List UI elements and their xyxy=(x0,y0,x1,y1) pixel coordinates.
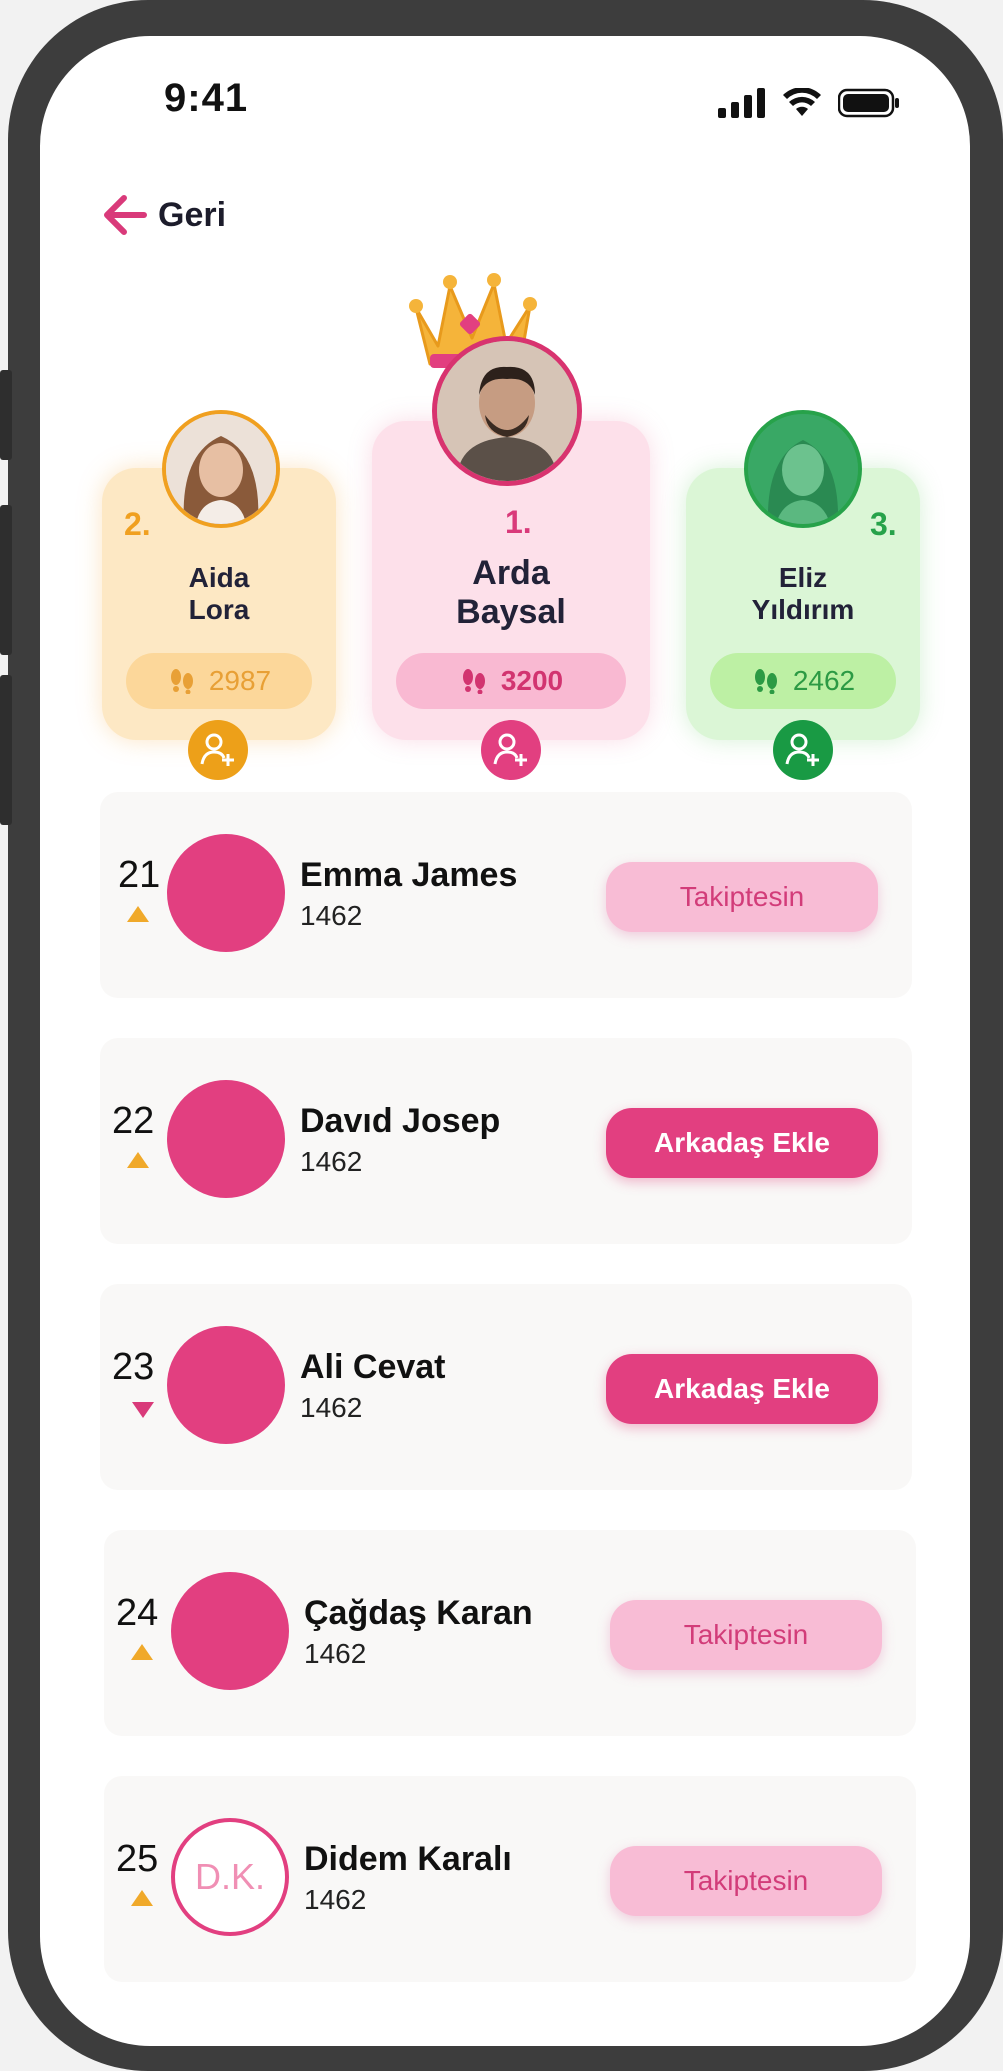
add-user-icon xyxy=(200,733,234,766)
avatar-third xyxy=(744,410,862,528)
add-user-icon xyxy=(493,733,527,766)
score-value: 2462 xyxy=(792,665,856,696)
list-item[interactable]: 24 Çağdaş Karan 1462 Takiptesin xyxy=(104,1530,916,1736)
person-photo-icon xyxy=(437,341,577,481)
footsteps-icon xyxy=(462,669,485,694)
add-friend-button-second[interactable] xyxy=(188,720,248,780)
row-rank: 24 xyxy=(116,1592,159,1634)
footsteps-icon xyxy=(170,669,193,694)
avatar xyxy=(167,1080,285,1198)
row-score: 1462 xyxy=(300,1146,363,1177)
avatar-initials: D.K. xyxy=(171,1818,289,1936)
score-pill-third: 2462 xyxy=(710,653,896,709)
status-time: 9:41 xyxy=(164,76,249,120)
row-name: Didem Karalı xyxy=(304,1840,512,1878)
first-name: Eliz xyxy=(778,562,828,593)
add-friend-button[interactable]: Arkadaş Ekle xyxy=(606,1108,878,1178)
row-rank: 25 xyxy=(116,1838,159,1880)
list-item[interactable]: 25 D.K. Didem Karalı 1462 Takiptesin xyxy=(104,1776,916,1982)
row-name: Davıd Josep xyxy=(300,1102,501,1140)
following-button[interactable]: Takiptesin xyxy=(606,862,878,932)
add-friend-button-third[interactable] xyxy=(773,720,833,780)
score-value: 3200 xyxy=(500,665,564,696)
row-score: 1462 xyxy=(304,1638,367,1669)
name-second: Aida Lora xyxy=(102,562,336,626)
last-name: Lora xyxy=(188,594,250,626)
following-button[interactable]: Takiptesin xyxy=(610,1846,882,1916)
trend-up-icon xyxy=(131,1644,153,1660)
list-item[interactable]: 22 Davıd Josep 1462 Arkadaş Ekle xyxy=(100,1038,912,1244)
rank-second: 2. xyxy=(124,506,151,542)
avatar-first xyxy=(432,336,582,486)
score-pill-second: 2987 xyxy=(126,653,312,709)
back-button[interactable]: Geri xyxy=(102,194,226,236)
row-name: Emma James xyxy=(300,856,518,894)
row-score: 1462 xyxy=(304,1884,367,1915)
name-first: Arda Baysal xyxy=(372,554,650,632)
last-name: Yıldırım xyxy=(751,594,855,626)
first-name: Aida xyxy=(188,562,250,593)
add-friend-button[interactable]: Arkadaş Ekle xyxy=(606,1354,878,1424)
trend-down-icon xyxy=(132,1402,154,1418)
person-photo-icon xyxy=(748,414,858,524)
back-label: Geri xyxy=(158,195,227,234)
battery-icon xyxy=(838,88,899,118)
person-photo-icon xyxy=(166,414,276,524)
avatar xyxy=(167,1326,285,1444)
first-name: Arda xyxy=(472,554,550,592)
rank-third: 3. xyxy=(870,506,897,542)
avatar xyxy=(171,1572,289,1690)
trend-up-icon xyxy=(127,1152,149,1168)
row-rank: 23 xyxy=(112,1346,155,1388)
following-button[interactable]: Takiptesin xyxy=(610,1600,882,1670)
row-rank: 21 xyxy=(118,854,161,896)
row-name: Çağdaş Karan xyxy=(304,1594,533,1632)
rank-first: 1. xyxy=(505,504,532,540)
row-score: 1462 xyxy=(300,1392,363,1423)
avatar xyxy=(167,834,285,952)
list-item[interactable]: 23 Ali Cevat 1462 Arkadaş Ekle xyxy=(100,1284,912,1490)
footsteps-icon xyxy=(754,669,777,694)
add-friend-button-first[interactable] xyxy=(481,720,541,780)
trend-up-icon xyxy=(127,906,149,922)
score-value: 2987 xyxy=(208,665,272,696)
cellular-signal-icon xyxy=(718,88,765,118)
list-item[interactable]: 21 Emma James 1462 Takiptesin xyxy=(100,792,912,998)
avatar-second xyxy=(162,410,280,528)
last-name: Baysal xyxy=(456,593,566,632)
status-icons xyxy=(718,88,900,118)
row-score: 1462 xyxy=(300,900,363,931)
wifi-icon xyxy=(783,88,821,116)
volume-down-button xyxy=(0,675,12,825)
name-third: Eliz Yıldırım xyxy=(686,562,920,626)
screen: 9:41 Geri 2. 1. 3. Aida Lora Arda Baysal… xyxy=(40,36,970,2046)
trend-up-icon xyxy=(131,1890,153,1906)
row-name: Ali Cevat xyxy=(300,1348,446,1386)
arrow-left-icon xyxy=(104,195,147,235)
add-user-icon xyxy=(785,733,819,766)
silent-switch xyxy=(0,370,12,460)
volume-up-button xyxy=(0,505,12,655)
row-rank: 22 xyxy=(112,1100,155,1142)
score-pill-first: 3200 xyxy=(396,653,626,709)
